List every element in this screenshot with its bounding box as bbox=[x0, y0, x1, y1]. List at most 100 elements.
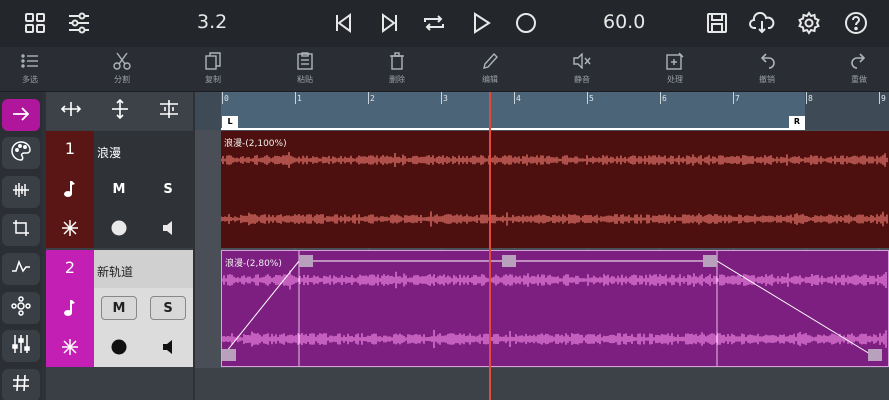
audio-clip-track-1[interactable]: 浪漫-(2,100%) bbox=[221, 131, 889, 248]
grid-icon[interactable] bbox=[22, 10, 48, 36]
mute-button[interactable]: 静音 bbox=[552, 51, 612, 85]
record-icon[interactable] bbox=[513, 10, 539, 36]
pencil-icon bbox=[460, 51, 520, 71]
save-icon[interactable] bbox=[704, 10, 730, 36]
palette-button[interactable] bbox=[2, 137, 40, 169]
paste-icon bbox=[275, 51, 335, 71]
edit-label: 编辑 bbox=[482, 75, 498, 84]
volume-center-handle bbox=[502, 255, 516, 267]
move-arrows-icon bbox=[60, 98, 82, 124]
split-button[interactable]: 分割 bbox=[92, 51, 152, 85]
track-header-2[interactable]: 2 新轨道 M S bbox=[46, 250, 193, 367]
multiselect-label: 多选 bbox=[22, 75, 38, 84]
loop-start-marker[interactable]: L bbox=[222, 116, 238, 128]
skip-end-icon[interactable] bbox=[377, 10, 403, 36]
fade-in-end-handle bbox=[299, 255, 313, 267]
undo-button[interactable]: 撤销 bbox=[737, 51, 797, 85]
ruler-number: 1 bbox=[297, 94, 302, 103]
undo-label: 撤销 bbox=[759, 75, 775, 84]
mute-icon bbox=[552, 51, 612, 71]
top-bar: 3.2 60.0 bbox=[0, 0, 889, 47]
copy-icon bbox=[183, 51, 243, 71]
ruler-tick bbox=[368, 92, 369, 104]
loop-icon[interactable] bbox=[421, 10, 447, 36]
track-settings-button[interactable] bbox=[144, 92, 193, 130]
fade-out-end-handle bbox=[868, 349, 882, 361]
track-2-solo-button[interactable]: S bbox=[150, 296, 186, 320]
ruler-number: 8 bbox=[808, 94, 813, 103]
track-2-mute-button[interactable]: M bbox=[101, 296, 137, 320]
effects-icon bbox=[11, 296, 31, 320]
freeze-snowflake-icon[interactable] bbox=[61, 219, 79, 241]
track-header-1[interactable]: 1 浪漫 M S bbox=[46, 131, 193, 248]
playhead[interactable] bbox=[489, 92, 491, 400]
loop-region[interactable] bbox=[221, 92, 805, 130]
tool-sidebar bbox=[0, 92, 42, 400]
delete-button[interactable]: 删除 bbox=[367, 51, 427, 85]
fade-envelope[interactable] bbox=[222, 251, 888, 366]
delete-label: 删除 bbox=[389, 75, 405, 84]
envelope-icon bbox=[11, 259, 31, 279]
arrangement-timeline[interactable]: 0 1 2 3 4 5 6 7 8 9 L R 浪漫-(2,100%) 浪漫-(2,80%) bbox=[195, 92, 889, 400]
mixer-sliders-icon[interactable] bbox=[66, 10, 92, 36]
track-1-name[interactable]: 浪漫 bbox=[97, 144, 121, 161]
undo-icon bbox=[737, 51, 797, 71]
freeze-snowflake-icon[interactable] bbox=[61, 338, 79, 360]
track-tools-row bbox=[46, 92, 193, 130]
arrow-tool-button[interactable] bbox=[2, 99, 40, 131]
ruler-tick bbox=[733, 92, 734, 104]
track-2-color-strip: 2 bbox=[46, 250, 94, 367]
expand-vertical-button[interactable] bbox=[95, 92, 144, 130]
copy-button[interactable]: 复制 bbox=[183, 51, 243, 85]
track-2-name[interactable]: 新轨道 bbox=[97, 263, 133, 280]
waveform-edit-icon bbox=[11, 181, 31, 203]
edit-toolbar: 多选 分割 复制 粘贴 删除 编辑 静音 处理 撤销 重做 bbox=[0, 47, 889, 92]
time-ruler[interactable]: 0 1 2 3 4 5 6 7 8 9 L R bbox=[195, 92, 889, 130]
skip-start-icon[interactable] bbox=[330, 10, 356, 36]
grid-snap-button[interactable] bbox=[2, 369, 40, 400]
music-note-icon bbox=[62, 180, 76, 202]
ruler-tick bbox=[295, 92, 296, 104]
process-button[interactable]: 处理 bbox=[645, 51, 705, 85]
empty-track-area[interactable] bbox=[195, 368, 889, 400]
split-label: 分割 bbox=[114, 75, 130, 84]
ruler-tick bbox=[660, 92, 661, 104]
ruler-number: 0 bbox=[224, 94, 229, 103]
ruler-tick bbox=[222, 92, 223, 104]
mixer-button[interactable] bbox=[2, 330, 40, 362]
ruler-tick bbox=[879, 92, 880, 104]
ruler-number: 7 bbox=[735, 94, 740, 103]
track-1-solo-button[interactable]: S bbox=[150, 177, 186, 201]
envelope-tool-button[interactable] bbox=[2, 253, 40, 285]
edit-button[interactable]: 编辑 bbox=[460, 51, 520, 85]
audio-clip-track-2[interactable]: 浪漫-(2,80%) bbox=[221, 250, 889, 367]
tempo-readout[interactable]: 60.0 bbox=[603, 11, 645, 33]
crop-tool-button[interactable] bbox=[2, 214, 40, 246]
clip-1-waveform bbox=[221, 152, 888, 227]
multiselect-button[interactable]: 多选 bbox=[0, 51, 60, 85]
cloud-download-icon[interactable] bbox=[749, 10, 775, 36]
track-1-record-arm-icon[interactable] bbox=[111, 220, 127, 240]
paste-label: 粘贴 bbox=[297, 75, 313, 84]
track-2-number: 2 bbox=[64, 258, 76, 277]
ruler-number: 5 bbox=[589, 94, 594, 103]
waveform-tool-button[interactable] bbox=[2, 176, 40, 208]
track-1-speaker-icon[interactable] bbox=[161, 220, 177, 240]
effects-button[interactable] bbox=[2, 292, 40, 324]
redo-button[interactable]: 重做 bbox=[829, 51, 889, 85]
fade-in-start-handle bbox=[222, 349, 236, 361]
redo-label: 重做 bbox=[851, 75, 867, 84]
trash-icon bbox=[367, 51, 427, 71]
track-1-mute-button[interactable]: M bbox=[101, 177, 137, 201]
redo-icon bbox=[829, 51, 889, 71]
track-2-speaker-icon[interactable] bbox=[161, 339, 177, 359]
loop-end-marker[interactable]: R bbox=[789, 116, 805, 128]
gear-icon[interactable] bbox=[796, 10, 822, 36]
multiselect-icon bbox=[0, 51, 60, 71]
expand-horizontal-button[interactable] bbox=[46, 92, 95, 130]
loop-range-bar bbox=[221, 128, 805, 130]
help-icon[interactable] bbox=[843, 10, 869, 36]
track-2-record-arm-icon[interactable] bbox=[111, 339, 127, 359]
play-icon[interactable] bbox=[468, 10, 494, 36]
paste-button[interactable]: 粘贴 bbox=[275, 51, 335, 85]
